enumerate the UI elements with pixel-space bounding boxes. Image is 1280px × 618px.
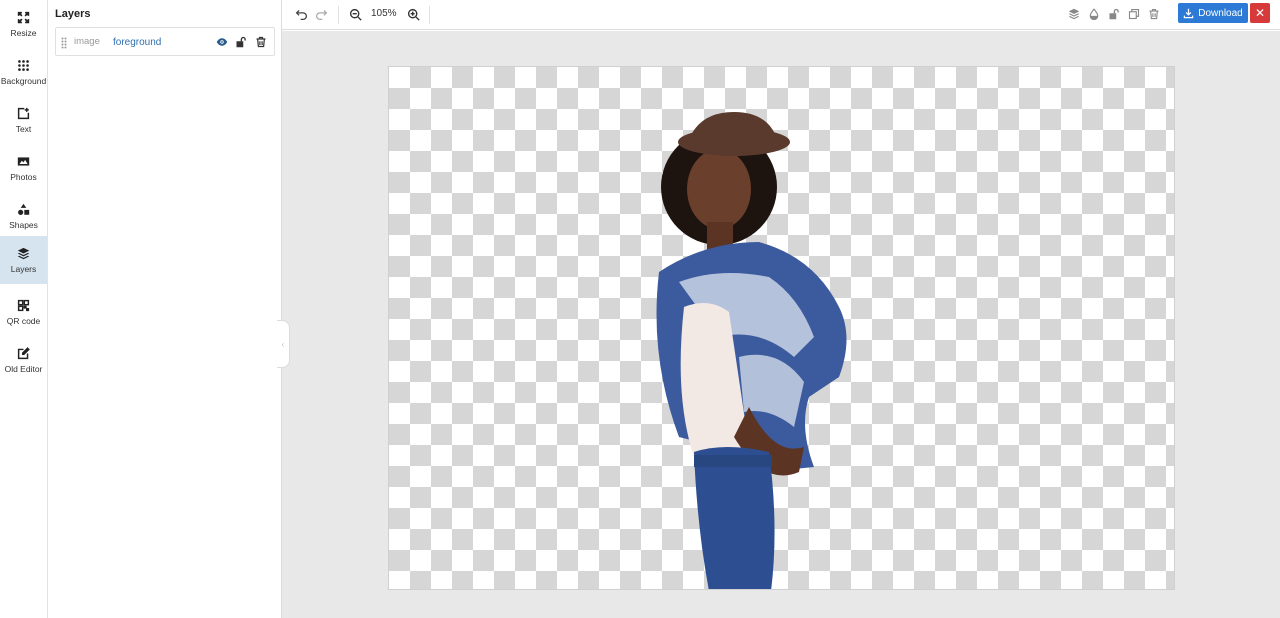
- rail-item-photos[interactable]: Photos: [0, 144, 47, 192]
- resize-icon: [17, 11, 31, 25]
- trash-icon[interactable]: [1147, 7, 1161, 21]
- rail-label: Resize: [10, 27, 37, 38]
- rail-label: Shapes: [9, 219, 38, 230]
- redo-icon[interactable]: [314, 7, 328, 21]
- unlock-icon[interactable]: [1107, 7, 1121, 21]
- workspace: [282, 31, 1280, 618]
- duplicate-icon[interactable]: [1127, 7, 1141, 21]
- rail-item-resize[interactable]: Resize: [0, 0, 47, 48]
- rail-item-qr-code[interactable]: QR code: [0, 288, 47, 336]
- image-icon: [17, 155, 31, 169]
- rail-item-shapes[interactable]: Shapes: [0, 192, 47, 240]
- rail-label: Photos: [10, 171, 37, 182]
- top-toolbar: 105% Download ✕: [282, 0, 1280, 30]
- panel-collapse-handle[interactable]: ‹: [277, 320, 290, 368]
- panel-title: Layers: [55, 8, 91, 20]
- trash-icon[interactable]: [254, 35, 267, 48]
- foreground-image[interactable]: [599, 107, 889, 590]
- layers-panel: Layers image foreground: [48, 0, 282, 618]
- download-icon: [1184, 8, 1194, 18]
- download-button[interactable]: Download: [1178, 3, 1248, 23]
- layer-type: image: [74, 36, 100, 47]
- chevron-left-icon: ‹: [281, 339, 285, 349]
- drag-handle-icon[interactable]: [61, 36, 67, 49]
- layer-name[interactable]: foreground: [113, 37, 161, 48]
- shapes-icon: [17, 203, 31, 217]
- rail-label: QR code: [6, 315, 41, 326]
- opacity-drop-icon[interactable]: [1087, 7, 1101, 21]
- zoom-in-icon[interactable]: [406, 7, 420, 21]
- rail-item-layers[interactable]: Layers: [0, 236, 47, 284]
- editor-app: Resize Background Text Photos Shapes Lay…: [0, 0, 1280, 618]
- close-button[interactable]: ✕: [1250, 3, 1270, 23]
- layers-icon: [17, 247, 31, 261]
- toolbar-divider: [338, 6, 339, 24]
- layers-order-icon[interactable]: [1067, 7, 1081, 21]
- grid-dots-icon: [17, 59, 31, 73]
- rail-label: Text: [15, 123, 32, 134]
- text-add-icon: [17, 107, 31, 121]
- rail-label: Layers: [10, 263, 37, 274]
- edit-icon: [17, 347, 31, 361]
- design-canvas[interactable]: [388, 66, 1175, 590]
- tool-rail: Resize Background Text Photos Shapes Lay…: [0, 0, 48, 618]
- zoom-out-icon[interactable]: [348, 7, 362, 21]
- unlock-icon[interactable]: [234, 35, 247, 48]
- download-label: Download: [1198, 7, 1243, 19]
- zoom-level: 105%: [371, 8, 397, 19]
- rail-item-old-editor[interactable]: Old Editor: [0, 336, 47, 384]
- eye-icon[interactable]: [215, 35, 228, 48]
- rail-item-background[interactable]: Background: [0, 48, 47, 96]
- qr-code-icon: [17, 299, 31, 313]
- rail-label: Background: [0, 75, 47, 86]
- undo-icon[interactable]: [294, 7, 308, 21]
- rail-item-text[interactable]: Text: [0, 96, 47, 144]
- rail-label: Old Editor: [4, 363, 43, 374]
- toolbar-divider: [429, 6, 430, 24]
- layer-row[interactable]: image foreground: [55, 27, 275, 56]
